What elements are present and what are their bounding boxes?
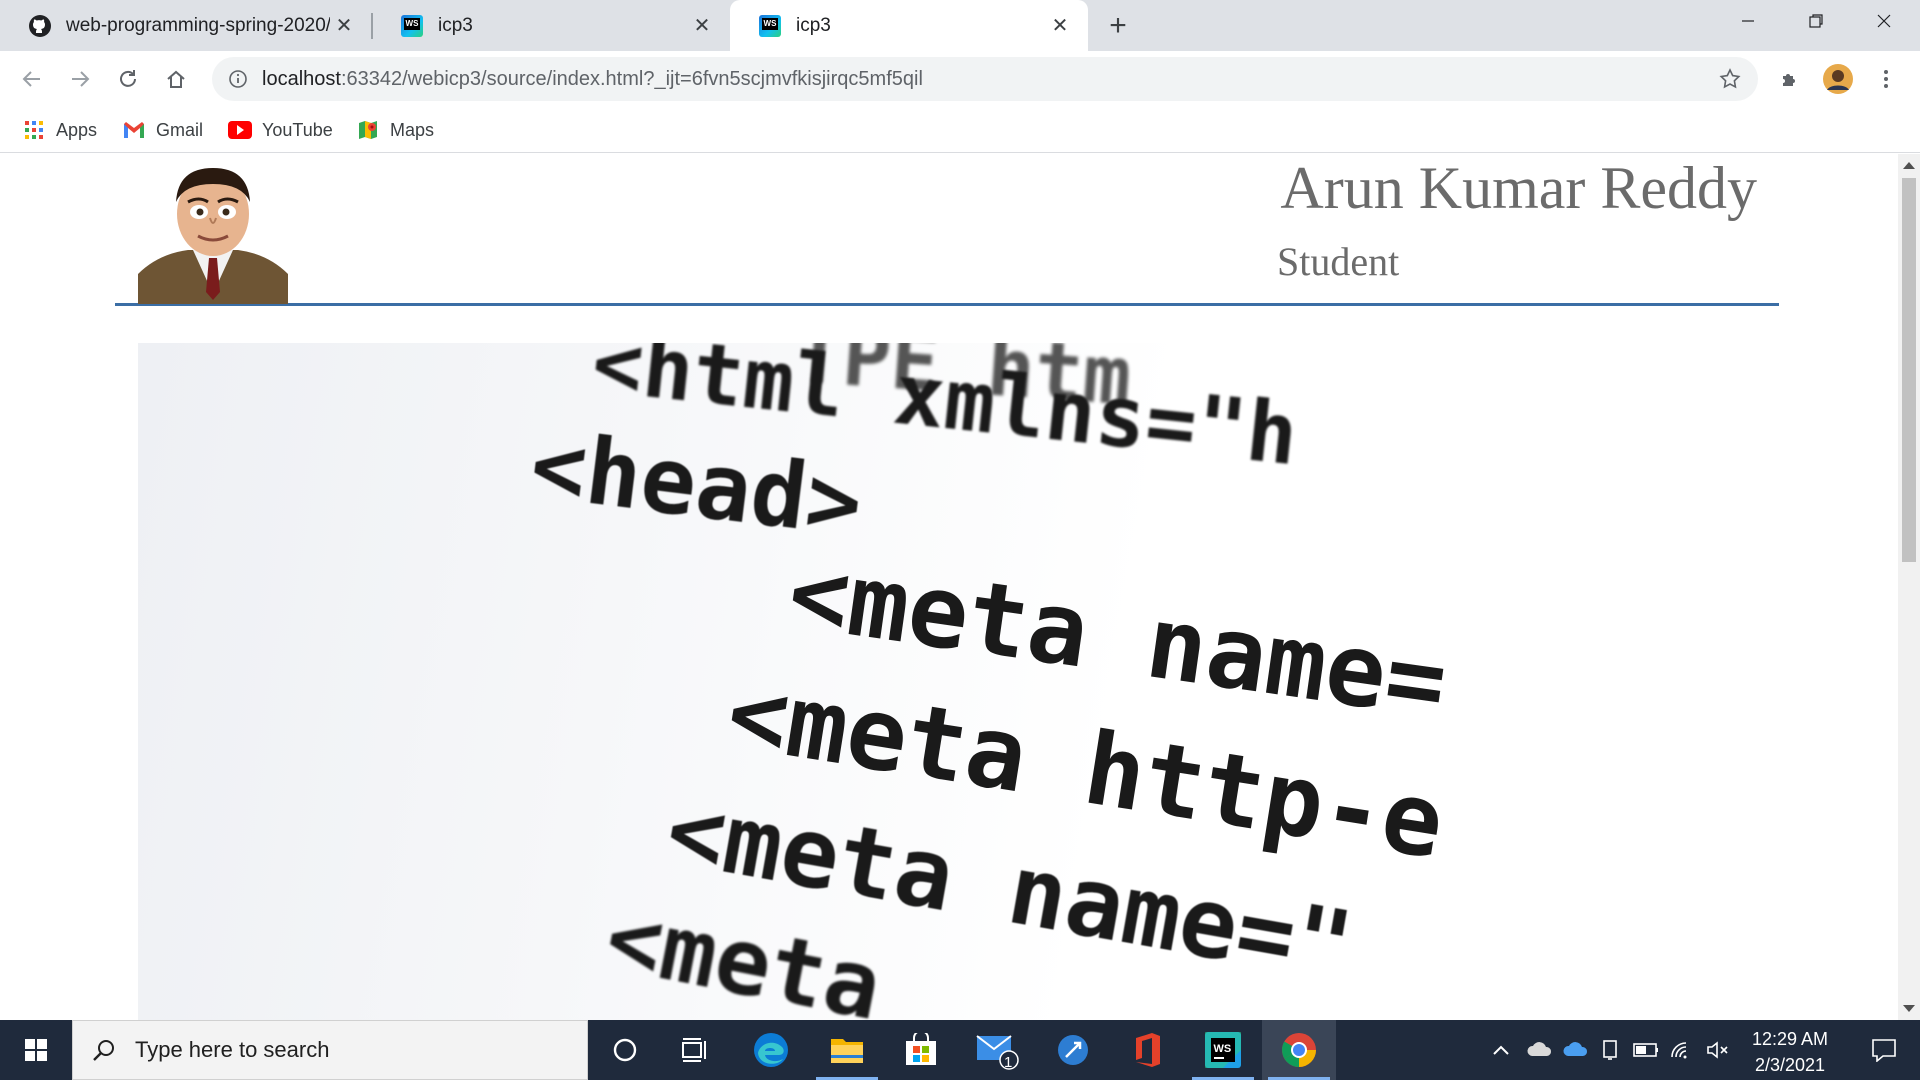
volume-muted-icon[interactable] bbox=[1700, 1020, 1736, 1080]
maps-icon bbox=[356, 118, 380, 142]
tab-github[interactable]: web-programming-spring-2020/ ✕ bbox=[0, 0, 372, 51]
page-subtitle: Student bbox=[1277, 239, 1400, 284]
edge-icon[interactable] bbox=[734, 1020, 808, 1080]
scroll-up-arrow-icon[interactable] bbox=[1903, 162, 1915, 169]
clock-date: 2/3/2021 bbox=[1754, 1055, 1826, 1075]
bookmark-gmail[interactable]: Gmail bbox=[122, 115, 203, 145]
gmail-icon bbox=[122, 118, 146, 142]
taskbar: Type here to search 1 WS 12:29 AM 2/3/20… bbox=[0, 1020, 1920, 1080]
tab-icp3[interactable]: icp3 ✕ bbox=[372, 0, 730, 51]
forward-button[interactable] bbox=[62, 61, 98, 97]
bookmark-youtube[interactable]: YouTube bbox=[228, 115, 333, 145]
device-icon[interactable] bbox=[1594, 1020, 1628, 1080]
extensions-icon[interactable] bbox=[1772, 61, 1808, 97]
office-icon[interactable] bbox=[1110, 1020, 1184, 1080]
store-icon[interactable] bbox=[884, 1020, 958, 1080]
tab-title: web-programming-spring-2020/ bbox=[66, 14, 330, 36]
menu-kebab-icon[interactable] bbox=[1868, 61, 1904, 97]
bookmarks-bar: Apps Gmail YouTube Maps bbox=[0, 106, 1920, 153]
profile-photo bbox=[138, 162, 288, 304]
bookmark-label: YouTube bbox=[262, 119, 333, 140]
page-header: Arun Kumar Reddy Student bbox=[115, 154, 1779, 306]
mail-icon[interactable]: 1 bbox=[960, 1020, 1034, 1080]
bookmark-label: Apps bbox=[56, 119, 98, 140]
onedrive-icon[interactable] bbox=[1522, 1020, 1558, 1080]
scrollbar-thumb[interactable] bbox=[1902, 178, 1916, 562]
page-viewport: Arun Kumar Reddy Student TPE htm <html x… bbox=[0, 154, 1898, 1020]
scroll-down-arrow-icon[interactable] bbox=[1903, 1005, 1915, 1012]
reload-button[interactable] bbox=[110, 61, 146, 97]
bookmark-apps[interactable]: Apps bbox=[22, 115, 97, 145]
tray-chevron-up-icon[interactable] bbox=[1486, 1020, 1516, 1080]
svg-text:WS: WS bbox=[1214, 1043, 1232, 1055]
webstorm-icon bbox=[758, 14, 782, 38]
bookmark-label: Maps bbox=[390, 119, 435, 140]
address-bar[interactable]: localhost:63342/webicp3/source/index.htm… bbox=[212, 57, 1758, 101]
tab-title: icp3 bbox=[796, 14, 831, 36]
file-explorer-icon[interactable] bbox=[810, 1020, 884, 1080]
info-icon[interactable] bbox=[226, 67, 250, 91]
taskbar-search[interactable]: Type here to search bbox=[72, 1020, 588, 1080]
windows-icon bbox=[25, 1039, 47, 1061]
tab-title: icp3 bbox=[438, 14, 473, 36]
tab-strip: web-programming-spring-2020/ ✕ icp3 ✕ ic… bbox=[0, 0, 1920, 51]
close-icon[interactable]: ✕ bbox=[330, 12, 358, 40]
search-icon bbox=[91, 1037, 117, 1063]
minimize-button[interactable] bbox=[1714, 0, 1782, 42]
task-view-icon[interactable] bbox=[658, 1020, 732, 1080]
github-icon bbox=[28, 14, 52, 38]
home-button[interactable] bbox=[158, 61, 194, 97]
wifi-icon[interactable] bbox=[1664, 1020, 1700, 1080]
onedrive-business-icon[interactable] bbox=[1558, 1020, 1594, 1080]
mail-badge: 1 bbox=[1004, 1054, 1013, 1071]
new-tab-button[interactable]: + bbox=[1100, 8, 1136, 44]
close-icon[interactable]: ✕ bbox=[688, 12, 716, 40]
close-window-button[interactable] bbox=[1850, 0, 1918, 42]
page-scrollbar[interactable] bbox=[1898, 154, 1920, 1020]
url-path: :63342/webicp3/source/index.html?_ijt=6f… bbox=[340, 67, 923, 90]
restore-button[interactable] bbox=[1782, 0, 1850, 42]
profile-avatar[interactable] bbox=[1820, 61, 1856, 97]
clock-time: 12:29 AM bbox=[1751, 1029, 1829, 1049]
url-text: localhost:63342/webicp3/source/index.htm… bbox=[262, 68, 923, 91]
battery-icon[interactable] bbox=[1628, 1020, 1664, 1080]
chrome-icon[interactable] bbox=[1262, 1020, 1336, 1080]
apps-grid-icon bbox=[22, 118, 46, 142]
bookmark-star-icon[interactable] bbox=[1718, 67, 1742, 96]
tab-icp3-active[interactable]: icp3 ✕ bbox=[730, 0, 1088, 51]
hero-image: TPE htm <html xmlns="h <head> <meta name… bbox=[138, 343, 1758, 1020]
notification-center-icon[interactable] bbox=[1848, 1020, 1920, 1080]
bookmark-label: Gmail bbox=[156, 119, 204, 140]
close-icon[interactable]: ✕ bbox=[1046, 12, 1074, 40]
taskbar-clock[interactable]: 12:29 AM 2/3/2021 bbox=[1740, 1026, 1840, 1078]
search-placeholder: Type here to search bbox=[135, 1037, 330, 1062]
browser-toolbar: localhost:63342/webicp3/source/index.htm… bbox=[0, 51, 1920, 106]
page-title: Arun Kumar Reddy bbox=[1280, 155, 1757, 221]
bookmark-maps[interactable]: Maps bbox=[356, 115, 434, 145]
webstorm-icon[interactable]: WS bbox=[1186, 1020, 1260, 1080]
start-button[interactable] bbox=[0, 1020, 72, 1080]
url-host: localhost bbox=[262, 67, 341, 90]
webstorm-icon bbox=[400, 14, 424, 38]
back-button[interactable] bbox=[14, 61, 50, 97]
cortana-icon[interactable] bbox=[588, 1020, 662, 1080]
youtube-icon bbox=[228, 118, 252, 142]
app-icon[interactable] bbox=[1036, 1020, 1110, 1080]
